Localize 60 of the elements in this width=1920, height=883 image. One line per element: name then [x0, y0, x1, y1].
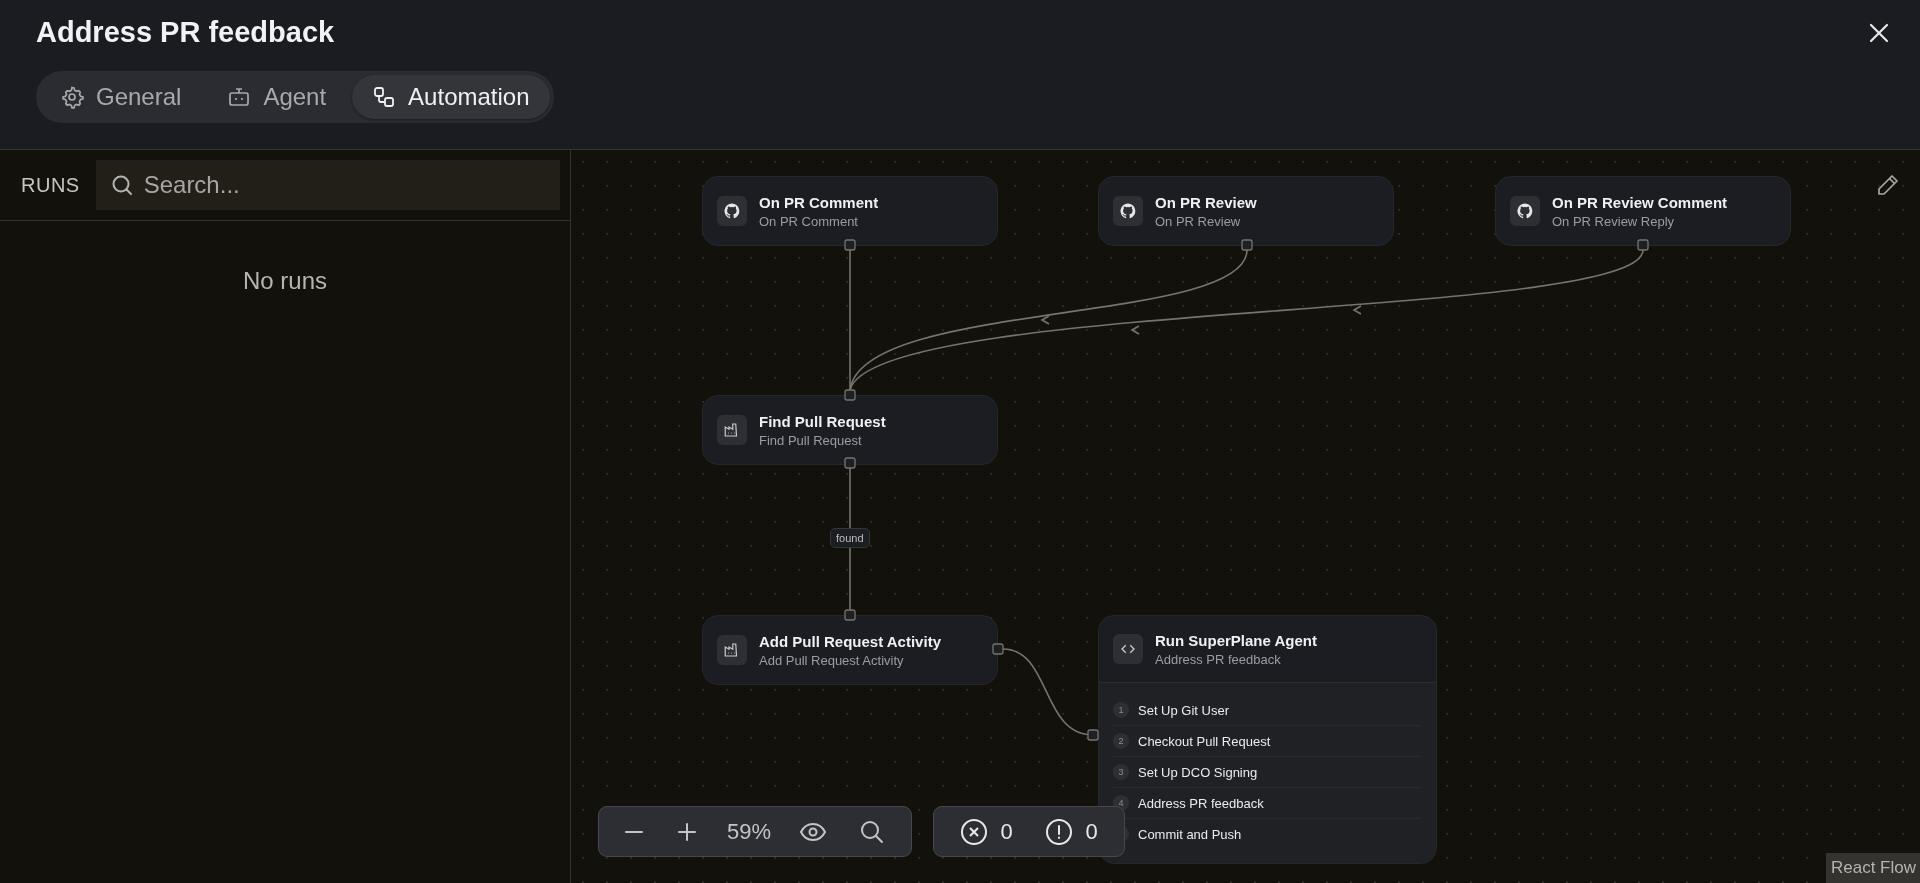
connection-handle[interactable] — [844, 389, 856, 401]
connection-handle[interactable] — [844, 457, 856, 469]
connection-handle[interactable] — [844, 239, 856, 251]
error-count: 0 — [1000, 818, 1013, 845]
node-subtitle: On PR Comment — [759, 213, 859, 229]
step-number: 3 — [1113, 764, 1129, 780]
runs-heading: RUNS — [21, 173, 80, 197]
step-label: Set Up Git User — [1138, 702, 1230, 718]
attribution-link[interactable]: React Flow — [1825, 853, 1920, 883]
logo-icon — [1113, 196, 1143, 226]
node-title: On PR Review — [1155, 193, 1257, 211]
connection-handle[interactable] — [844, 609, 856, 621]
connection-handle[interactable] — [992, 643, 1004, 655]
node-subtitle: On PR Review Reply — [1552, 213, 1676, 229]
factory-icon — [717, 415, 747, 445]
edit-button[interactable] — [1876, 173, 1900, 197]
step-label: Commit and Push — [1138, 826, 1242, 842]
robot-icon — [227, 85, 252, 109]
search-icon — [858, 818, 885, 845]
logo-icon — [717, 196, 747, 226]
node-title: Run SuperPlane Agent — [1155, 631, 1317, 649]
node-title: On PR Comment — [759, 193, 879, 211]
zoom-level: 59% — [726, 818, 771, 845]
logo-icon — [1510, 196, 1540, 226]
step-number: 1 — [1113, 702, 1129, 718]
step-label: Set Up DCO Signing — [1138, 764, 1258, 780]
edge-label: found — [830, 528, 870, 548]
node-subtitle: Add Pull Request Activity — [759, 652, 905, 668]
dialog-title: Address PR feedback — [36, 16, 335, 49]
connection-handle[interactable] — [1637, 239, 1649, 251]
gear-icon — [60, 85, 84, 109]
node-title: On PR Review Comment — [1552, 193, 1728, 211]
minus-icon — [625, 829, 643, 834]
code-icon — [1113, 634, 1143, 664]
node-card[interactable]: Add Pull Request Activity Add Pull Request Activity — [702, 615, 998, 685]
search-field[interactable]: Search... — [95, 160, 560, 210]
warning-count: 0 — [1085, 818, 1098, 845]
node-title: Add Pull Request Activity — [759, 632, 941, 650]
empty-message: No runs — [241, 267, 328, 295]
node-subtitle: Address PR feedback — [1155, 651, 1282, 667]
workflow-icon — [372, 85, 397, 109]
node-title: Find Pull Request — [759, 412, 886, 430]
node-subtitle: On PR Review — [1155, 213, 1242, 229]
connection-handle[interactable] — [1087, 729, 1099, 741]
node-card[interactable]: On PR Review On PR Review — [1098, 176, 1394, 246]
node-card[interactable]: Find Pull Request Find Pull Request — [702, 395, 998, 465]
step-number: 2 — [1113, 733, 1129, 749]
error-icon — [960, 817, 989, 846]
connection-handle[interactable] — [1241, 239, 1253, 251]
tab[interactable]: Automation — [352, 75, 550, 119]
warning-icon — [1045, 817, 1074, 846]
node-card[interactable]: Run SuperPlane Agent Address PR feedback 1 Set Up Git User 2 Checkout Pull Request 3 Set Up DCO Signing 4 Address PR feedback Commit and Push — [1098, 615, 1437, 864]
node-card[interactable]: On PR Review Comment On PR Review Reply — [1495, 176, 1791, 246]
step-label: Address PR feedback — [1138, 795, 1264, 811]
tab[interactable]: Agent — [207, 75, 347, 119]
factory-icon — [717, 635, 747, 665]
step-label: Checkout Pull Request — [1138, 733, 1271, 749]
node-card[interactable]: On PR Comment On PR Comment — [702, 176, 998, 246]
tab[interactable]: General — [40, 75, 202, 119]
node-subtitle: Find Pull Request — [759, 432, 863, 448]
